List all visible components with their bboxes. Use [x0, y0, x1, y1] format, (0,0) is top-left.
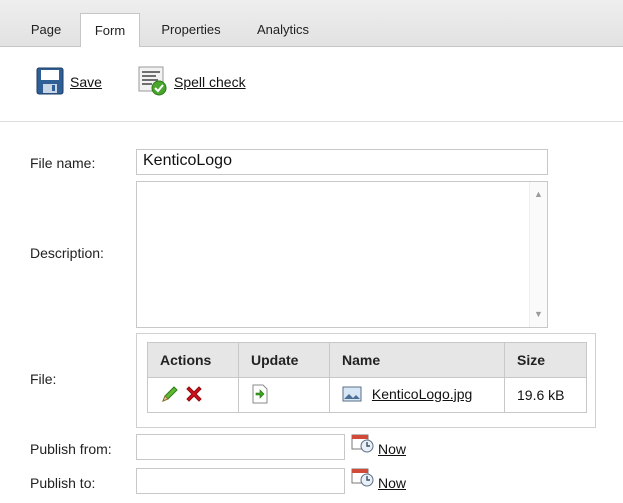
toolbar: Save Spell check: [0, 47, 623, 122]
description-label: Description:: [30, 245, 104, 261]
scroll-down-icon[interactable]: ▼: [530, 306, 547, 323]
publish-from-field[interactable]: [136, 434, 345, 460]
publish-from-now-label: Now: [378, 441, 407, 457]
file-table-container: Actions Update Name Size KenticoLogo.jpg…: [136, 333, 596, 428]
column-header-update: Update: [238, 342, 330, 378]
file-label: File:: [30, 371, 57, 387]
delete-x-icon[interactable]: [184, 384, 204, 407]
spell-check-icon: [138, 66, 168, 99]
column-header-name: Name: [329, 342, 505, 378]
publish-to-field[interactable]: [136, 468, 345, 494]
tab-analytics[interactable]: Analytics: [243, 13, 323, 46]
tab-bar: Page Form Properties Analytics: [0, 0, 623, 48]
publish-from-now-button[interactable]: Now: [351, 432, 406, 457]
scroll-up-icon[interactable]: ▲: [530, 186, 547, 203]
publish-to-label: Publish to:: [30, 475, 96, 491]
update-cell: [238, 377, 330, 413]
spell-check-button[interactable]: Spell check: [138, 66, 246, 99]
file-name-link[interactable]: KenticoLogo.jpg: [372, 386, 472, 402]
table-row: KenticoLogo.jpg 19.6 kB: [147, 377, 587, 413]
tab-form[interactable]: Form: [80, 13, 140, 48]
floppy-disk-icon: [36, 67, 64, 98]
description-textarea[interactable]: ▲ ▼: [136, 181, 548, 328]
file-name-field[interactable]: KenticoLogo: [136, 149, 548, 175]
calendar-icon: [351, 432, 375, 457]
publish-from-label: Publish from:: [30, 441, 112, 457]
tab-page[interactable]: Page: [24, 13, 68, 46]
save-button[interactable]: Save: [36, 67, 102, 97]
publish-to-now-button[interactable]: Now: [351, 466, 406, 491]
file-table: Actions Update Name Size KenticoLogo.jpg…: [147, 342, 587, 413]
actions-cell: [147, 377, 239, 413]
publish-to-now-label: Now: [378, 475, 407, 491]
calendar-icon: [351, 466, 375, 491]
file-table-header: Actions Update Name Size: [147, 342, 587, 378]
column-header-actions: Actions: [147, 342, 239, 378]
pencil-icon[interactable]: [160, 384, 180, 407]
save-label: Save: [70, 74, 102, 90]
spell-check-label: Spell check: [174, 74, 246, 90]
upload-file-icon[interactable]: [251, 384, 269, 407]
tab-properties[interactable]: Properties: [150, 13, 232, 46]
description-scrollbar[interactable]: ▲ ▼: [529, 182, 547, 327]
image-file-icon: [342, 386, 362, 405]
name-cell: KenticoLogo.jpg: [329, 377, 505, 413]
file-name-label: File name:: [30, 155, 96, 171]
size-cell: 19.6 kB: [504, 377, 587, 413]
column-header-size: Size: [504, 342, 587, 378]
